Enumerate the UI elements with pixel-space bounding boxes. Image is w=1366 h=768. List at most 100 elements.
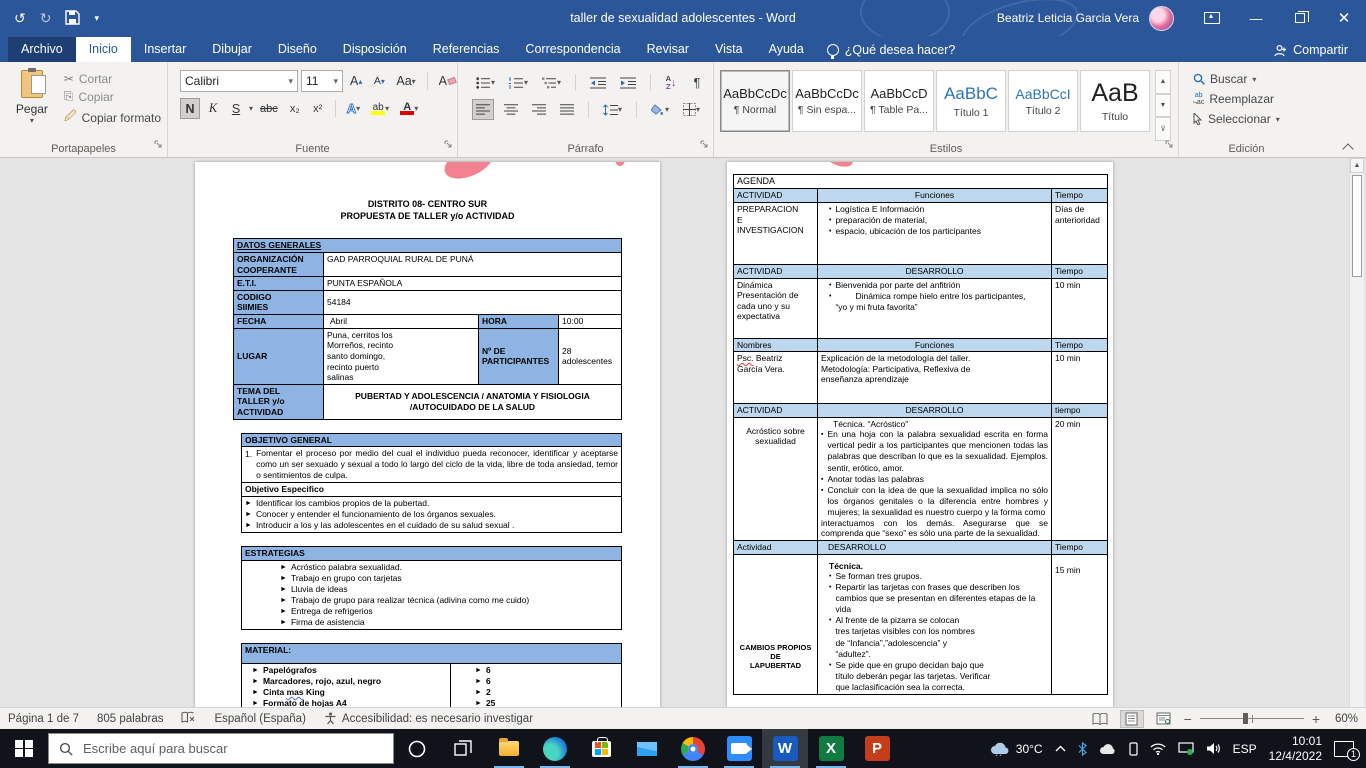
styles-scroll-down-icon[interactable]: ▼ xyxy=(1155,94,1171,118)
tab-revisar[interactable]: Revisar xyxy=(634,37,702,62)
restore-button[interactable] xyxy=(1278,0,1322,36)
format-painter-button[interactable]: 🖉Copiar formato xyxy=(64,107,161,128)
font-dialog-launcher-icon[interactable] xyxy=(444,136,453,154)
styles-dialog-launcher-icon[interactable] xyxy=(1165,136,1174,154)
underline-options-icon[interactable]: ▾ xyxy=(249,104,253,113)
read-mode-icon[interactable] xyxy=(1088,710,1112,728)
print-layout-icon[interactable] xyxy=(1120,710,1144,728)
font-color-button[interactable]: A▾ xyxy=(396,98,422,119)
onedrive-icon[interactable] xyxy=(1093,729,1123,768)
zoom-slider-thumb[interactable] xyxy=(1243,713,1248,724)
shading-button[interactable]: ▾ xyxy=(647,99,673,120)
file-explorer-button[interactable] xyxy=(486,729,532,768)
multilevel-list-button[interactable]: ▾ xyxy=(538,72,565,93)
microsoft-store-button[interactable] xyxy=(578,729,624,768)
underline-button[interactable]: S xyxy=(226,98,246,119)
tab-correspondencia[interactable]: Correspondencia xyxy=(512,37,633,62)
style-normal[interactable]: AaBbCcDc ¶ Normal xyxy=(720,70,790,132)
change-case-button[interactable]: Aa▾ xyxy=(392,71,419,92)
bullets-button[interactable]: ▾ xyxy=(472,72,499,93)
ribbon-display-options-button[interactable] xyxy=(1190,0,1234,36)
font-family-select[interactable]: Calibri▾ xyxy=(180,70,298,92)
find-button[interactable]: Buscar▾ xyxy=(1193,72,1280,86)
word-button[interactable]: W xyxy=(762,729,808,768)
your-phone-icon[interactable] xyxy=(1123,729,1144,768)
volume-icon[interactable] xyxy=(1200,729,1227,768)
numbering-button[interactable]: ▾ xyxy=(505,72,532,93)
zoom-app-button[interactable] xyxy=(716,729,762,768)
cast-icon[interactable] xyxy=(1172,729,1200,768)
zoom-in-button[interactable]: + xyxy=(1312,711,1320,727)
tab-diseno[interactable]: Diseño xyxy=(265,37,330,62)
powerpoint-button[interactable]: P xyxy=(854,729,900,768)
proofing-icon[interactable] xyxy=(181,711,196,727)
tell-me-box[interactable]: ¿Qué desea hacer? xyxy=(827,43,956,62)
collapse-ribbon-icon[interactable] xyxy=(1342,143,1353,154)
account-name[interactable]: Beatriz Leticia Garcia Vera xyxy=(997,11,1139,25)
sort-button[interactable]: AZ↓ xyxy=(661,72,681,93)
clipboard-dialog-launcher-icon[interactable] xyxy=(154,136,163,154)
language-indicator[interactable]: Español (España) xyxy=(214,713,305,725)
mail-button[interactable] xyxy=(624,729,670,768)
align-center-button[interactable] xyxy=(500,99,522,120)
page-indicator[interactable]: Página 1 de 7 xyxy=(8,713,79,725)
customize-quick-access-icon[interactable]: ▾ xyxy=(94,14,99,23)
align-left-button[interactable] xyxy=(472,99,494,120)
keyboard-language[interactable]: ESP xyxy=(1227,729,1263,768)
user-avatar[interactable] xyxy=(1149,6,1174,31)
vertical-scrollbar[interactable]: ▲ xyxy=(1349,158,1364,707)
cut-button[interactable]: ✂Cortar xyxy=(64,72,161,86)
save-icon[interactable] xyxy=(65,10,80,27)
chrome-button[interactable] xyxy=(670,729,716,768)
scroll-up-icon[interactable]: ▲ xyxy=(1350,158,1364,173)
borders-button[interactable]: ▾ xyxy=(679,99,704,120)
tab-referencias[interactable]: Referencias xyxy=(420,37,513,62)
estrategias-table[interactable]: ESTRATEGIAS ►Acróstico palabra sexualida… xyxy=(241,546,622,630)
justify-button[interactable] xyxy=(556,99,578,120)
redo-icon[interactable]: ↻ xyxy=(40,11,52,25)
style-titulo-1[interactable]: AaBbC Título 1 xyxy=(936,70,1006,132)
share-button[interactable]: Compartir xyxy=(1256,43,1366,62)
document-canvas[interactable]: DISTRITO 08- CENTRO SUR PROPUESTA DE TAL… xyxy=(0,158,1366,707)
style-titulo[interactable]: AaB Título xyxy=(1080,70,1150,132)
tab-insertar[interactable]: Insertar xyxy=(131,37,199,62)
grow-font-button[interactable]: A▴ xyxy=(346,71,366,92)
accessibility-status[interactable]: Accesibilidad: es necesario investigar xyxy=(324,712,533,725)
italic-button[interactable]: K xyxy=(203,98,223,119)
highlight-button[interactable]: ab▾ xyxy=(367,98,393,119)
font-size-select[interactable]: 11▾ xyxy=(301,70,343,92)
weather-widget[interactable]: 30°C xyxy=(984,729,1049,768)
document-page-1[interactable]: DISTRITO 08- CENTRO SUR PROPUESTA DE TAL… xyxy=(195,162,660,707)
shrink-font-button[interactable]: A▾ xyxy=(369,71,389,92)
agenda-table[interactable]: AGENDA ACTIVIDAD Funciones Tiempo PREPAR… xyxy=(733,174,1108,695)
tab-inicio[interactable]: Inicio xyxy=(76,37,131,62)
document-page-2[interactable]: AGENDA ACTIVIDAD Funciones Tiempo PREPAR… xyxy=(727,162,1113,707)
notification-center-button[interactable]: 1 xyxy=(1328,729,1366,768)
material-table[interactable]: MATERIAL: ►Papelógrafos ►Marcadores, roj… xyxy=(241,643,622,707)
zoom-level[interactable]: 60% xyxy=(1328,713,1358,725)
paste-button[interactable]: Pegar ▾ xyxy=(6,68,58,141)
undo-icon[interactable]: ↺ xyxy=(14,11,26,25)
paragraph-dialog-launcher-icon[interactable] xyxy=(700,136,709,154)
taskbar-search-input[interactable]: Escribe aquí para buscar xyxy=(48,733,394,764)
clock[interactable]: 10:0112/4/2022 xyxy=(1263,729,1328,768)
cortana-button[interactable] xyxy=(394,729,440,768)
style-table-paragraph[interactable]: AaBbCcD ¶ Table Pa... xyxy=(864,70,934,132)
excel-button[interactable]: X xyxy=(808,729,854,768)
replace-button[interactable]: ab⤷ac Reemplazar xyxy=(1193,92,1280,106)
clear-formatting-button[interactable]: A xyxy=(435,71,460,92)
edge-button[interactable] xyxy=(532,729,578,768)
tab-vista[interactable]: Vista xyxy=(702,37,756,62)
style-titulo-2[interactable]: AaBbCcI Título 2 xyxy=(1008,70,1078,132)
decrease-indent-button[interactable] xyxy=(586,72,610,93)
styles-scroll-up-icon[interactable]: ▲ xyxy=(1155,70,1171,94)
show-marks-button[interactable]: ¶ xyxy=(687,72,707,93)
select-button[interactable]: Seleccionar▾ xyxy=(1193,112,1280,126)
bold-button[interactable]: N xyxy=(180,98,200,119)
bluetooth-icon[interactable] xyxy=(1072,729,1093,768)
tab-ayuda[interactable]: Ayuda xyxy=(756,37,817,62)
start-button[interactable] xyxy=(0,729,48,768)
tray-expand-chevron-icon[interactable] xyxy=(1049,729,1072,768)
zoom-out-button[interactable]: − xyxy=(1184,711,1192,727)
tab-dibujar[interactable]: Dibujar xyxy=(199,37,265,62)
